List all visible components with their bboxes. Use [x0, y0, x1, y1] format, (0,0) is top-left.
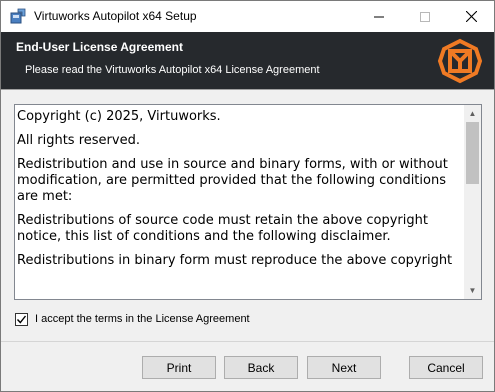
maximize-icon	[420, 11, 430, 22]
accept-terms-checkbox[interactable]	[15, 312, 28, 326]
license-paragraph: Redistributions in binary form must repr…	[17, 253, 453, 268]
maximize-button	[402, 1, 448, 32]
setup-window: Virtuworks Autopilot x64 Setup End-User …	[0, 0, 495, 392]
license-paragraph: Copyright (c) 2025, Virtuworks.	[17, 109, 221, 124]
print-button[interactable]: Print	[142, 356, 216, 379]
banner-title: End-User License Agreement	[16, 40, 183, 54]
close-button[interactable]	[448, 1, 494, 32]
checkmark-icon	[16, 315, 27, 324]
back-button[interactable]: Back	[224, 356, 298, 379]
footer-divider	[1, 341, 494, 342]
banner-subtitle: Please read the Virtuworks Autopilot x64…	[25, 64, 320, 76]
accept-terms-row[interactable]: I accept the terms in the License Agreem…	[15, 311, 250, 327]
license-paragraph: All rights reserved.	[17, 133, 140, 148]
header-banner: End-User License Agreement Please read t…	[1, 32, 494, 89]
close-icon	[465, 11, 477, 22]
next-button[interactable]: Next	[307, 356, 381, 379]
minimize-button[interactable]	[356, 1, 402, 32]
virtuworks-logo-icon	[437, 38, 483, 84]
scroll-up-icon[interactable]: ▲	[464, 105, 481, 122]
cancel-button[interactable]: Cancel	[409, 356, 483, 379]
accept-terms-label[interactable]: I accept the terms in the License Agreem…	[35, 313, 250, 325]
vertical-scrollbar[interactable]: ▲ ▼	[464, 105, 481, 299]
license-paragraph: Redistribution and use in source and bin…	[17, 157, 448, 204]
license-text: Copyright (c) 2025, Virtuworks. All righ…	[17, 109, 463, 277]
license-paragraph: Redistributions of source code must reta…	[17, 213, 428, 244]
window-title: Virtuworks Autopilot x64 Setup	[34, 9, 197, 23]
title-bar[interactable]: Virtuworks Autopilot x64 Setup	[1, 1, 494, 32]
license-text-box[interactable]: Copyright (c) 2025, Virtuworks. All righ…	[14, 104, 482, 300]
minimize-icon	[374, 16, 384, 17]
scrollbar-thumb[interactable]	[466, 122, 479, 184]
installer-icon	[10, 8, 26, 24]
scroll-down-icon[interactable]: ▼	[464, 282, 481, 299]
banner-divider	[1, 89, 494, 90]
